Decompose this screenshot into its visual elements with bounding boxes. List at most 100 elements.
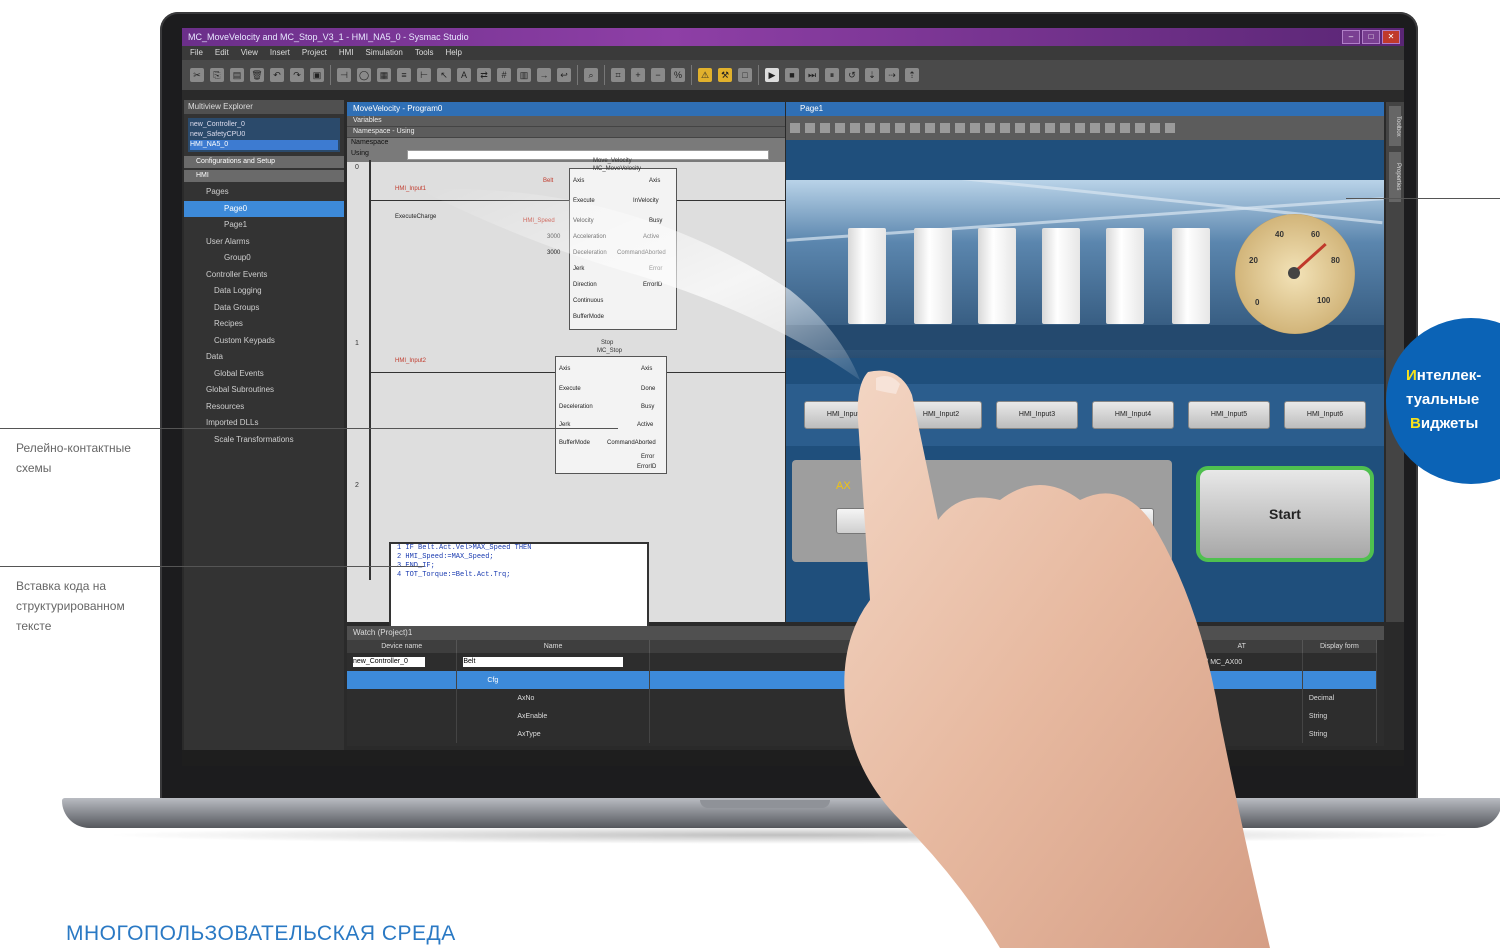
run-icon[interactable]: ▶ [765, 68, 779, 82]
column-header[interactable]: Name [456, 640, 650, 653]
align-icon[interactable] [835, 123, 845, 133]
tree-item-imported-dlls[interactable]: Imported DLLs [184, 415, 344, 432]
zoom-out-icon[interactable]: − [651, 68, 665, 82]
fit-icon[interactable]: ⌗ [611, 68, 625, 82]
fb-input-var[interactable]: 3000 [547, 250, 560, 256]
wrap-icon[interactable]: ↩ [557, 68, 571, 82]
table-row[interactable]: Cfg [347, 671, 1378, 689]
tab-properties[interactable]: Properties [1389, 152, 1401, 202]
step-icon[interactable]: ⏭ [805, 68, 819, 82]
menu-view[interactable]: View [241, 46, 258, 60]
zoom-reset-icon[interactable]: % [671, 68, 685, 82]
hmi-input6-button[interactable]: HMI_Input6 [1284, 401, 1366, 429]
namespace-bar[interactable]: Namespace - Using [347, 127, 785, 138]
menu-edit[interactable]: Edit [215, 46, 229, 60]
menu-hmi[interactable]: HMI [339, 46, 354, 60]
align-icon[interactable] [1015, 123, 1025, 133]
tree-item-resources[interactable]: Resources [184, 399, 344, 416]
align-icon[interactable] [1000, 123, 1010, 133]
close-button[interactable]: ✕ [1382, 30, 1400, 44]
hmi-enable-button[interactable]: HMI_ [836, 508, 934, 534]
contact-label[interactable]: HMI_Input2 [395, 358, 426, 364]
link-icon[interactable]: ⇄ [477, 68, 491, 82]
column-header[interactable]: Online value [649, 640, 1182, 653]
table-row[interactable]: AxNo Decimal [347, 689, 1378, 707]
fb-input-var[interactable]: Belt [543, 178, 553, 184]
grid-icon[interactable]: # [497, 68, 511, 82]
align-icon[interactable] [1090, 123, 1100, 133]
menu-project[interactable]: Project [302, 46, 327, 60]
align-icon[interactable] [985, 123, 995, 133]
save-icon[interactable]: ▣ [310, 68, 324, 82]
fb-input-var[interactable]: HMI_Speed [523, 218, 555, 224]
contact-label[interactable]: HMI_Input1 [395, 186, 426, 192]
tree-item-data[interactable]: Data [184, 349, 344, 366]
structured-text-box[interactable]: 1 IF Belt.Act.Vel>MAX_Speed THEN 2 HMI_S… [389, 542, 649, 632]
align-icon[interactable] [1120, 123, 1130, 133]
hmi-input2-button[interactable]: HMI_Input2 [900, 401, 982, 429]
menu-tools[interactable]: Tools [415, 46, 434, 60]
tree-item-recipes[interactable]: Recipes [184, 316, 344, 333]
cut-icon[interactable]: ✂ [190, 68, 204, 82]
ladder-icon[interactable]: ≡ [397, 68, 411, 82]
tree-item-custom-keypads[interactable]: Custom Keypads [184, 333, 344, 350]
tab-moveveloctiy-program[interactable]: MoveVelocity - Program0 [347, 102, 785, 116]
function-block-icon[interactable]: ▦ [377, 68, 391, 82]
align-icon[interactable] [850, 123, 860, 133]
align-icon[interactable] [925, 123, 935, 133]
align-icon[interactable] [1105, 123, 1115, 133]
tree-item-scale-transformations[interactable]: Scale Transformations [184, 432, 344, 449]
table-row[interactable]: new_Controller_0 Belt MC1:// MC_AX00 [347, 653, 1378, 671]
name-cell[interactable]: Belt [463, 657, 624, 667]
tree-item-global-events[interactable]: Global Events [184, 366, 344, 383]
table-row[interactable]: AxType String [347, 725, 1378, 743]
align-icon[interactable] [820, 123, 830, 133]
device-name-cell[interactable]: new_Controller_0 [353, 657, 425, 667]
contact-icon[interactable]: ⊣ [337, 68, 351, 82]
copy-icon[interactable]: ⎘ [210, 68, 224, 82]
hmi-input4-button[interactable]: HMI_Input4 [1092, 401, 1174, 429]
speed-gauge[interactable]: 0 20 40 60 80 100 [1235, 214, 1355, 334]
zoom-in-icon[interactable]: + [631, 68, 645, 82]
align-icon[interactable] [1060, 123, 1070, 133]
hmi-enable-virtual-button[interactable]: HMI_Enable_Virtual [1060, 508, 1154, 534]
tree-item-page1[interactable]: Page1 [184, 217, 344, 234]
fb-mc-movevelocity[interactable] [569, 168, 677, 330]
column-header[interactable]: Display form [1302, 640, 1378, 653]
variables-bar[interactable]: Variables [347, 116, 785, 127]
reset-icon[interactable]: ↺ [845, 68, 859, 82]
hmi-input3-button[interactable]: HMI_Input3 [996, 401, 1078, 429]
tree-item-data-logging[interactable]: Data Logging [184, 283, 344, 300]
menu-insert[interactable]: Insert [270, 46, 290, 60]
align-icon[interactable] [940, 123, 950, 133]
align-icon[interactable] [1045, 123, 1055, 133]
build-icon[interactable]: ⚒ [718, 68, 732, 82]
step-out-icon[interactable]: ⇡ [905, 68, 919, 82]
column-header[interactable]: AT [1181, 640, 1303, 653]
menu-file[interactable]: File [190, 46, 203, 60]
align-icon[interactable] [1150, 123, 1160, 133]
hmi-enable-wheel-button[interactable]: HMI_Enable_Wheel [950, 508, 1042, 534]
tree-item-pages[interactable]: Pages [184, 184, 344, 201]
hmi-input5-button[interactable]: HMI_Input5 [1188, 401, 1270, 429]
label-icon[interactable]: A [457, 68, 471, 82]
hmi-input1-button[interactable]: HMI_Input1 [804, 401, 886, 429]
tab-toolbox[interactable]: Toolbox [1389, 106, 1401, 146]
branch-icon[interactable]: ⊢ [417, 68, 431, 82]
tree-item-user-alarms[interactable]: User Alarms [184, 234, 344, 251]
controller-list[interactable]: new_Controller_0 new_SafetyCPU0 HMI_NA5_… [188, 118, 340, 152]
tree-item-group0[interactable]: Group0 [184, 250, 344, 267]
tree-item-page0[interactable]: Page0 [184, 200, 344, 217]
align-icon[interactable] [955, 123, 965, 133]
tab-page1[interactable]: Page1 [786, 102, 1384, 116]
align-icon[interactable] [880, 123, 890, 133]
align-icon[interactable] [895, 123, 905, 133]
minimize-button[interactable]: – [1342, 30, 1360, 44]
step-over-icon[interactable]: ⇢ [885, 68, 899, 82]
align-icon[interactable] [805, 123, 815, 133]
controller-item[interactable]: new_Controller_0 [190, 120, 338, 130]
controller-item[interactable]: new_SafetyCPU0 [190, 130, 338, 140]
tree-item-controller-events[interactable]: Controller Events [184, 267, 344, 284]
menu-help[interactable]: Help [446, 46, 462, 60]
step-in-icon[interactable]: ⇣ [865, 68, 879, 82]
